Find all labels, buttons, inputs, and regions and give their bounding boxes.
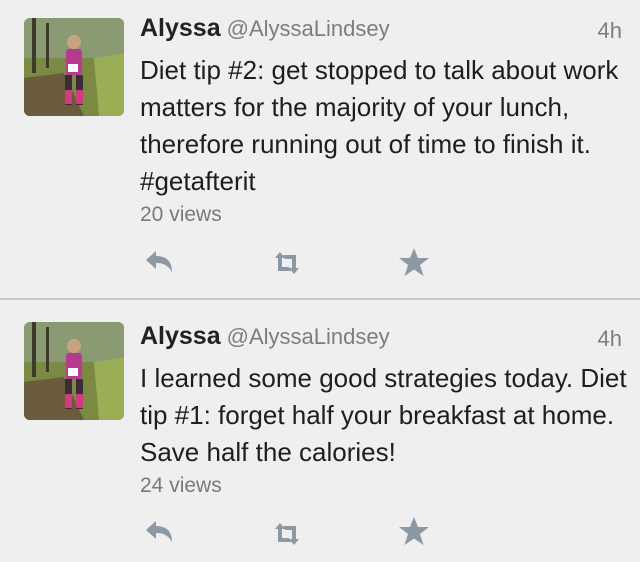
avatar[interactable]	[24, 322, 124, 420]
retweet-icon[interactable]	[271, 520, 303, 548]
view-count: 24 views	[140, 474, 222, 497]
tweet-text: I learned some good strategies today. Di…	[140, 363, 627, 467]
tweet-header: Alyssa @AlyssaLindsey 4h	[140, 322, 622, 356]
display-name[interactable]: Alyssa	[140, 322, 221, 350]
tweet-item[interactable]: Alyssa @AlyssaLindsey 4h I learned some g…	[0, 0, 640, 562]
reply-arrow-icon[interactable]	[144, 518, 176, 546]
star-icon[interactable]	[398, 516, 430, 545]
user-handle[interactable]: @AlyssaLindsey	[227, 324, 390, 349]
timestamp: 4h	[597, 326, 622, 351]
